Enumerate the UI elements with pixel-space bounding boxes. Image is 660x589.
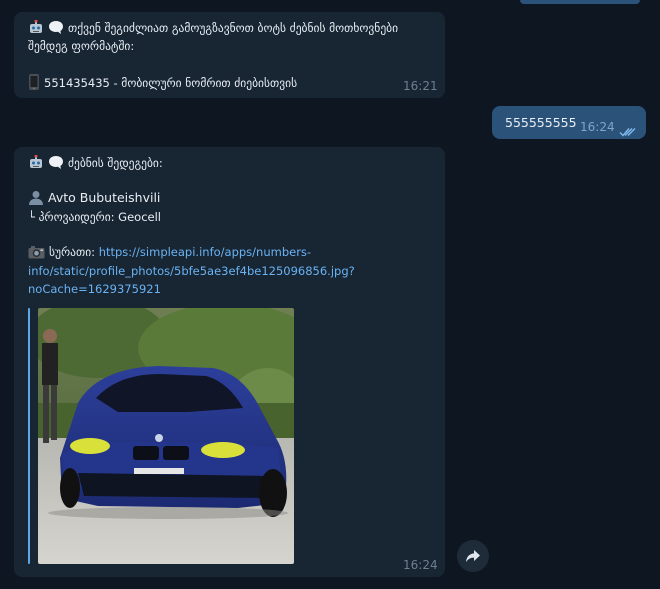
photo-label: სურათი:	[49, 245, 99, 259]
prompt-phone-line: 551435435 - მობილური ნომრით ძიებისთვის	[28, 74, 297, 93]
phone-example-text: 551435435 - მობილური ნომრით ძიებისთვის	[44, 76, 298, 90]
photo-link-line: სურათი: https://simpleapi.info/apps/numb…	[28, 245, 311, 262]
user-query-message[interactable]: 555555555 16:24	[492, 106, 646, 139]
result-header-line: ძებნის შედეგები:	[28, 154, 163, 173]
speech-bubble-icon	[48, 20, 64, 38]
prompt-text-1: თქვენ შეგიძლიათ გამოუგზავნოთ ბოტს ძებნის…	[68, 21, 399, 35]
mobile-phone-icon	[28, 74, 40, 93]
prompt-line-1: თქვენ შეგიძლიათ გამოუგზავნოთ ბოტს ძებნის…	[28, 19, 399, 38]
robot-icon	[28, 154, 44, 173]
bot-prompt-message[interactable]: თქვენ შეგიძლიათ გამოუგზავნოთ ბოტს ძებნის…	[14, 12, 445, 98]
photo-link-part-3[interactable]: noCache=1629375921	[28, 282, 161, 296]
double-check-icon	[619, 122, 637, 141]
person-icon	[28, 190, 44, 208]
result-header-text: ძებნის შედეგები:	[68, 156, 163, 170]
prompt-line-2: შემდეგ ფორმატში:	[28, 39, 135, 53]
forward-arrow-icon	[465, 548, 481, 568]
message-time: 16:24	[403, 558, 438, 572]
previous-message-bubble	[520, 0, 640, 4]
message-time: 16:21	[403, 79, 438, 93]
link-preview-accent-bar	[28, 308, 30, 564]
result-name-line: Avto Bubuteishvili	[28, 190, 160, 208]
speech-bubble-icon	[48, 155, 64, 173]
query-text: 555555555	[505, 115, 577, 130]
forward-button[interactable]	[457, 540, 489, 572]
link-preview-car-photo[interactable]	[38, 308, 294, 564]
message-time: 16:24	[580, 120, 615, 134]
robot-icon	[28, 19, 44, 38]
provider-line: └ პროვაიდერი: Geocell	[28, 210, 161, 224]
result-name-text: Avto Bubuteishvili	[48, 190, 161, 205]
photo-link-part-1[interactable]: https://simpleapi.info/apps/numbers-	[99, 245, 311, 259]
camera-icon	[28, 245, 45, 262]
photo-link-part-2[interactable]: info/static/profile_photos/5bfe5ae3ef4be…	[28, 264, 355, 278]
